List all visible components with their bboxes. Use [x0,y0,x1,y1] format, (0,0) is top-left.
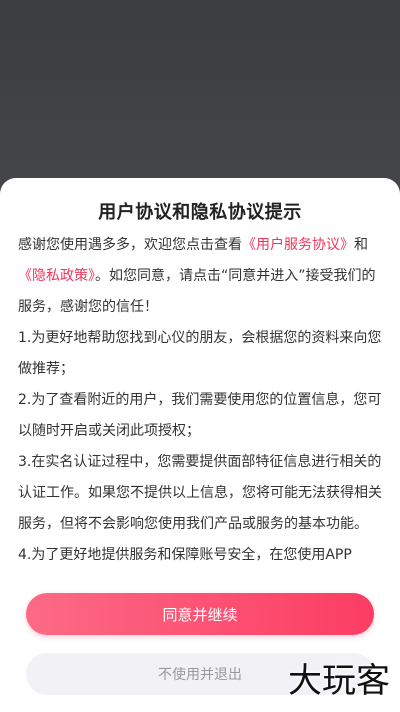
agree-continue-button[interactable]: 同意并继续 [26,593,374,635]
item-location: 2.为了查看附近的用户，我们需要使用您的位置信息，您可以随时开启或关闭此项授权； [18,392,382,439]
dialog-title: 用户协议和隐私协议提示 [98,202,302,223]
user-agreement-link[interactable]: 《用户服务协议》 [242,237,354,253]
privacy-policy-link[interactable]: 《隐私政策》 [18,268,95,284]
intro-paragraph: 感谢您使用遇多多，欢迎您点击查看《用户服务协议》和《隐私政策》。如您同意，请点击… [18,230,382,323]
privacy-agreement-dialog: 用户协议和隐私协议提示 感谢您使用遇多多，欢迎您点击查看《用户服务协议》和《隐私… [0,178,400,712]
intro-text-1: 感谢您使用遇多多，欢迎您点击查看 [18,237,242,253]
agreement-content[interactable]: 感谢您使用遇多多，欢迎您点击查看《用户服务协议》和《隐私政策》。如您同意，请点击… [18,230,382,582]
item-recommendation: 1.为更好地帮助您找到心仪的朋友，会根据您的资料来向您做推荐； [18,330,382,377]
item-face-verification: 3.在实名认证过程中，您需要提供面部特征信息进行相关的认证工作。如果您不提供以上… [18,454,382,532]
watermark-logo: 大玩客 [288,661,390,701]
intro-text-2: 和 [354,237,368,253]
content-fade [0,563,400,593]
